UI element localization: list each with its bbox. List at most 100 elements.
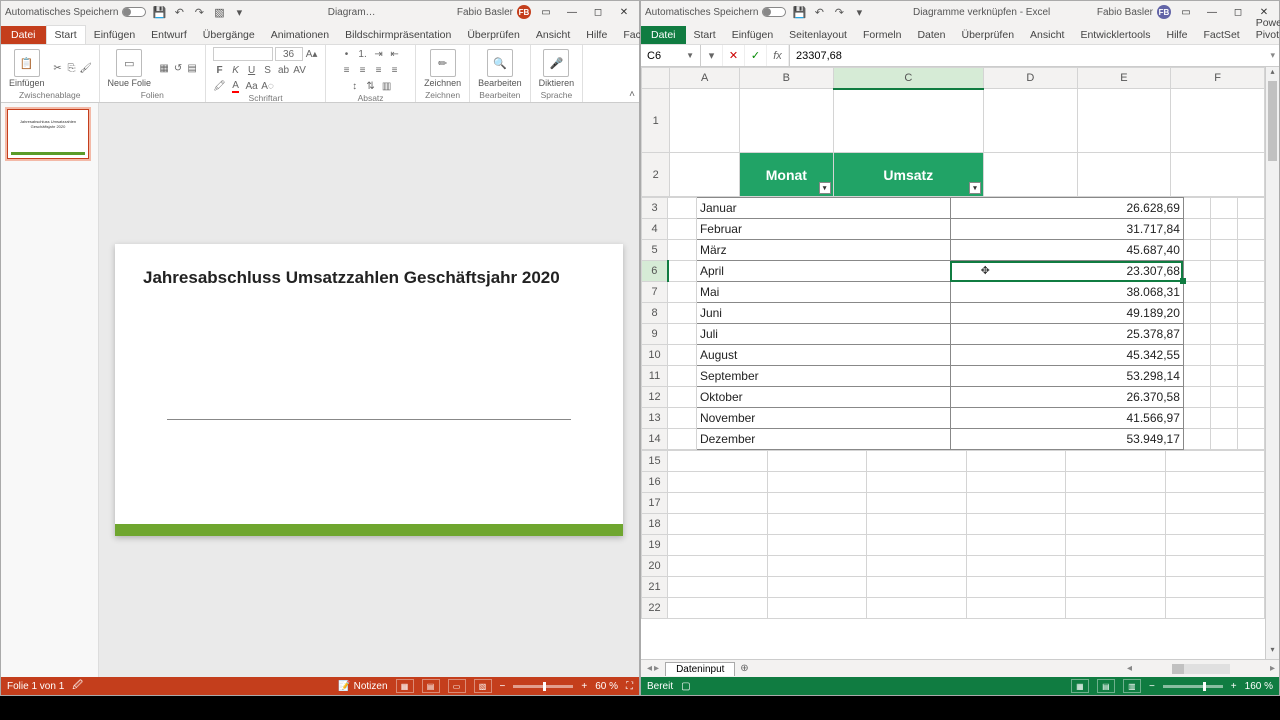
cell[interactable] — [1210, 219, 1237, 240]
font-select[interactable] — [213, 47, 273, 61]
save-icon[interactable]: 💾 — [152, 5, 166, 19]
zoom-in-icon[interactable]: + — [581, 681, 587, 692]
cell[interactable] — [1210, 198, 1237, 219]
expand-fx-icon[interactable]: ▾ — [1266, 50, 1279, 61]
tab-review[interactable]: Überprüfen — [459, 26, 528, 44]
zoom-slider[interactable] — [1163, 685, 1223, 688]
cell[interactable] — [1210, 261, 1237, 282]
cell[interactable] — [1183, 261, 1210, 282]
cell-month[interactable]: Januar — [696, 198, 950, 219]
cell[interactable] — [1183, 303, 1210, 324]
add-sheet-icon[interactable]: ⊕ — [735, 663, 753, 674]
tab-animations[interactable]: Animationen — [263, 26, 337, 44]
cell[interactable] — [1183, 429, 1210, 450]
cell-umsatz[interactable]: 53.949,17 — [950, 429, 1183, 450]
cell[interactable] — [1183, 366, 1210, 387]
filter-icon[interactable]: ▾ — [819, 182, 831, 194]
save-icon[interactable]: 💾 — [792, 5, 806, 19]
cell-umsatz[interactable]: ✥23.307,68 — [950, 261, 1183, 282]
tab-data[interactable]: Daten — [909, 26, 953, 44]
cell[interactable] — [668, 324, 697, 345]
cell[interactable] — [1183, 240, 1210, 261]
cell-umsatz[interactable]: 49.189,20 — [950, 303, 1183, 324]
tab-powerpivot[interactable]: Power Pivot — [1248, 14, 1280, 44]
cell-umsatz[interactable]: 26.370,58 — [950, 387, 1183, 408]
cell[interactable] — [1237, 408, 1264, 429]
align-left-icon[interactable]: ≡ — [340, 63, 354, 77]
cell-umsatz[interactable]: 38.068,31 — [950, 282, 1183, 303]
slide-title[interactable]: Jahresabschluss Umsatzzahlen Geschäftsja… — [143, 268, 595, 288]
cell[interactable] — [668, 387, 697, 408]
redo-icon[interactable]: ↷ — [832, 5, 846, 19]
sheet-prev-icon[interactable]: ◂ — [647, 663, 652, 674]
cell[interactable] — [668, 282, 697, 303]
scroll-up-icon[interactable]: ▴ — [1266, 67, 1279, 81]
chevron-down-icon[interactable]: ▼ — [686, 51, 694, 60]
grow-font-icon[interactable]: A▴ — [305, 47, 319, 61]
slideshow-view-icon[interactable]: ▧ — [474, 679, 492, 693]
edit-button[interactable]: 🔍Bearbeiten — [476, 47, 524, 90]
vertical-scrollbar[interactable]: ▴ ▾ — [1265, 67, 1279, 659]
cancel-icon[interactable]: ✕ — [723, 45, 745, 66]
zoom-in-icon[interactable]: + — [1231, 681, 1237, 692]
fx-dropdown-icon[interactable]: ▾ — [701, 45, 723, 66]
cell-month[interactable]: September — [696, 366, 950, 387]
close-icon[interactable]: ✕ — [613, 5, 635, 19]
cell[interactable] — [1210, 282, 1237, 303]
maximize-icon[interactable]: ◻ — [1227, 5, 1249, 19]
zoom-level[interactable]: 60 % — [595, 681, 618, 692]
slide-thumbnail-1[interactable]: Jahresabschluss Umsatzzahlen Geschäftsja… — [7, 109, 89, 159]
cell[interactable] — [668, 345, 697, 366]
cell[interactable] — [1237, 303, 1264, 324]
fit-window-icon[interactable]: ⛶ — [626, 681, 633, 692]
justify-icon[interactable]: ≡ — [388, 63, 402, 77]
font-size[interactable]: 36 — [275, 47, 303, 61]
normal-view-icon[interactable]: ▦ — [396, 679, 414, 693]
cell[interactable] — [1237, 261, 1264, 282]
reset-icon[interactable]: ↺ — [171, 62, 185, 76]
autosave-toggle[interactable] — [762, 7, 786, 17]
fx-icon[interactable]: fx — [767, 45, 789, 66]
line-spacing-icon[interactable]: ↕ — [348, 79, 362, 93]
spacing-icon[interactable]: AV — [293, 63, 307, 77]
new-slide-button[interactable]: ▭Neue Folie — [106, 47, 154, 90]
slide[interactable]: Jahresabschluss Umsatzzahlen Geschäftsja… — [115, 244, 623, 536]
paste-button[interactable]: 📋Einfügen — [7, 47, 47, 90]
tab-design[interactable]: Entwurf — [143, 26, 195, 44]
slide-stage[interactable]: Jahresabschluss Umsatzzahlen Geschäftsja… — [99, 103, 639, 677]
tab-review[interactable]: Überprüfen — [954, 26, 1023, 44]
row-4[interactable]: 4 — [642, 219, 668, 240]
cell-month[interactable]: Dezember — [696, 429, 950, 450]
row-16[interactable]: 16 — [642, 472, 668, 493]
cell-umsatz[interactable]: 31.717,84 — [950, 219, 1183, 240]
cell[interactable] — [1210, 366, 1237, 387]
tab-view[interactable]: Ansicht — [528, 26, 578, 44]
cell-month[interactable]: August — [696, 345, 950, 366]
zoom-slider[interactable] — [513, 685, 573, 688]
tab-insert[interactable]: Einfügen — [86, 26, 143, 44]
row-10[interactable]: 10 — [642, 345, 668, 366]
filter-icon[interactable]: ▾ — [969, 182, 981, 194]
row-8[interactable]: 8 — [642, 303, 668, 324]
tab-layout[interactable]: Seitenlayout — [781, 26, 855, 44]
cell[interactable] — [1237, 240, 1264, 261]
cell[interactable] — [1183, 408, 1210, 429]
tab-developer[interactable]: Entwicklertools — [1072, 26, 1158, 44]
cell[interactable] — [1237, 387, 1264, 408]
cell[interactable] — [668, 366, 697, 387]
row-7[interactable]: 7 — [642, 282, 668, 303]
tab-file[interactable]: Datei — [641, 26, 686, 44]
tab-start[interactable]: Start — [686, 26, 724, 44]
cell[interactable] — [1183, 198, 1210, 219]
formula-input[interactable]: 23307,68 — [790, 50, 1266, 62]
columns-icon[interactable]: ▥ — [380, 79, 394, 93]
redo-icon[interactable]: ↷ — [192, 5, 206, 19]
bold-icon[interactable]: F — [213, 63, 227, 77]
minimize-icon[interactable]: ― — [561, 5, 583, 19]
horizontal-scrollbar[interactable] — [1172, 664, 1230, 674]
cell[interactable] — [1237, 345, 1264, 366]
page-break-icon[interactable]: ▥ — [1123, 679, 1141, 693]
row-14[interactable]: 14 — [642, 429, 668, 450]
slideshow-icon[interactable]: ▧ — [212, 5, 226, 19]
scroll-thumb[interactable] — [1268, 81, 1277, 161]
